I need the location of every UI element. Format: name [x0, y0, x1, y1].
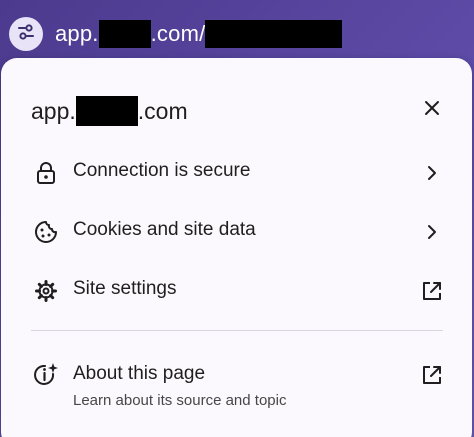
info-sparkle-icon: [33, 362, 59, 388]
site-info-popup: app. .com Connection is secure Cookies a…: [1, 58, 472, 437]
redacted-path: [205, 20, 343, 48]
open-external-icon: [420, 279, 444, 303]
redacted-domain: [98, 20, 151, 48]
lock-icon: [33, 160, 59, 186]
open-external-icon: [420, 363, 444, 387]
connection-secure-item[interactable]: Connection is secure: [1, 147, 472, 197]
url-text[interactable]: app. .com/: [55, 20, 343, 48]
about-this-page-label: About this page: [73, 363, 206, 384]
title-prefix: app.: [31, 97, 76, 124]
about-this-page-item[interactable]: About this page Learn about its source a…: [1, 349, 472, 419]
address-bar: app. .com/: [0, 0, 474, 66]
popup-title: app. .com: [31, 96, 188, 126]
cookie-icon: [33, 219, 59, 245]
divider: [31, 330, 443, 331]
cookies-site-data-item[interactable]: Cookies and site data: [1, 206, 472, 256]
gear-icon: [33, 278, 59, 304]
site-info-button[interactable]: [9, 17, 43, 51]
title-suffix: .com: [137, 97, 188, 124]
chevron-right-icon: [420, 220, 444, 244]
chevron-right-icon: [420, 161, 444, 185]
tune-icon: [16, 22, 36, 47]
site-settings-label: Site settings: [73, 278, 177, 299]
site-settings-item[interactable]: Site settings: [1, 265, 472, 315]
about-this-page-sublabel: Learn about its source and topic: [73, 392, 287, 409]
url-prefix: app.: [55, 21, 99, 46]
connection-secure-label: Connection is secure: [73, 160, 251, 181]
redacted-title-domain: [75, 96, 138, 126]
close-icon: [423, 99, 441, 122]
url-middle: .com/: [150, 21, 206, 46]
cookies-site-data-label: Cookies and site data: [73, 219, 256, 240]
close-button[interactable]: [420, 98, 444, 122]
